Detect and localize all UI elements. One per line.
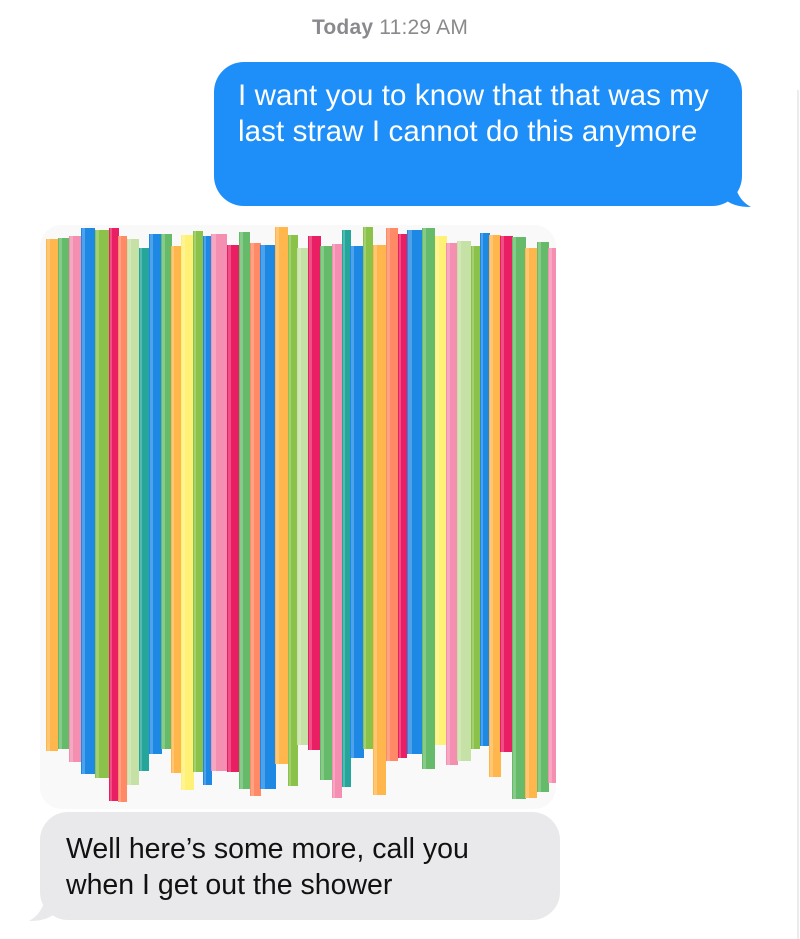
straw-highlight	[70, 236, 73, 762]
timestamp-day: Today	[311, 16, 374, 39]
straw-highlight	[204, 236, 206, 785]
straw-highlight	[162, 234, 165, 749]
straw-highlight	[276, 227, 279, 764]
straw-highlight	[228, 245, 231, 772]
straw-highlight	[150, 234, 153, 754]
straw-highlight	[549, 248, 552, 783]
straw-highlight	[399, 234, 401, 758]
straw-highlight	[119, 236, 121, 802]
straw-highlight	[472, 246, 474, 749]
straw-highlight	[364, 227, 366, 749]
straw-highlight	[333, 244, 335, 798]
straw-highlight	[408, 230, 412, 754]
message-timestamp: Today 11:29 AM	[0, 16, 780, 40]
straw-highlight	[490, 235, 493, 777]
straw-highlight	[423, 228, 426, 769]
sent-bubble-tail	[724, 180, 751, 207]
straw-highlight	[309, 236, 312, 750]
sent-message-bubble[interactable]: I want you to know that that was my last…	[214, 62, 742, 206]
timestamp-time: 11:29 AM	[379, 16, 469, 39]
straw-highlight	[538, 242, 541, 792]
straw-highlight	[298, 248, 301, 745]
straw-highlight	[59, 238, 62, 749]
straw-highlight	[82, 228, 85, 774]
straw-highlight	[96, 230, 99, 778]
straw-highlight	[251, 243, 254, 796]
straw-highlight	[261, 245, 265, 789]
straw-highlight	[374, 245, 377, 795]
straw-highlight	[182, 235, 185, 790]
straw-highlight	[458, 241, 461, 761]
straws-photo	[40, 225, 556, 809]
messages-thread: Today 11:29 AM I want you to know that t…	[0, 0, 800, 939]
received-bubble-tail	[29, 894, 56, 921]
straw-highlight	[240, 232, 243, 789]
straw-highlight	[321, 246, 324, 780]
sent-message-text: I want you to know that that was my last…	[238, 79, 709, 148]
straw-highlight	[436, 236, 439, 745]
straw-highlight	[172, 246, 174, 773]
straw-highlight	[387, 228, 390, 761]
straw-highlight	[351, 246, 354, 758]
straw-highlight	[128, 239, 131, 785]
received-message-text: Well here’s some more, call you when I g…	[66, 833, 469, 901]
straw-highlight	[140, 248, 142, 771]
straw-highlight	[513, 237, 516, 799]
straw-highlight	[447, 243, 450, 765]
straw-highlight	[526, 248, 529, 798]
straw-highlight	[481, 233, 483, 746]
straw-highlight	[47, 239, 50, 751]
received-image-message[interactable]	[40, 225, 556, 809]
straw-highlight	[289, 235, 291, 786]
straw-highlight	[212, 234, 216, 771]
received-message-bubble[interactable]: Well here’s some more, call you when I g…	[40, 812, 560, 920]
straw-highlight	[110, 228, 112, 801]
straw-highlight	[194, 231, 196, 772]
straw-highlight	[343, 230, 345, 787]
straw-highlight	[501, 236, 504, 752]
scroll-edge-divider	[797, 90, 799, 939]
